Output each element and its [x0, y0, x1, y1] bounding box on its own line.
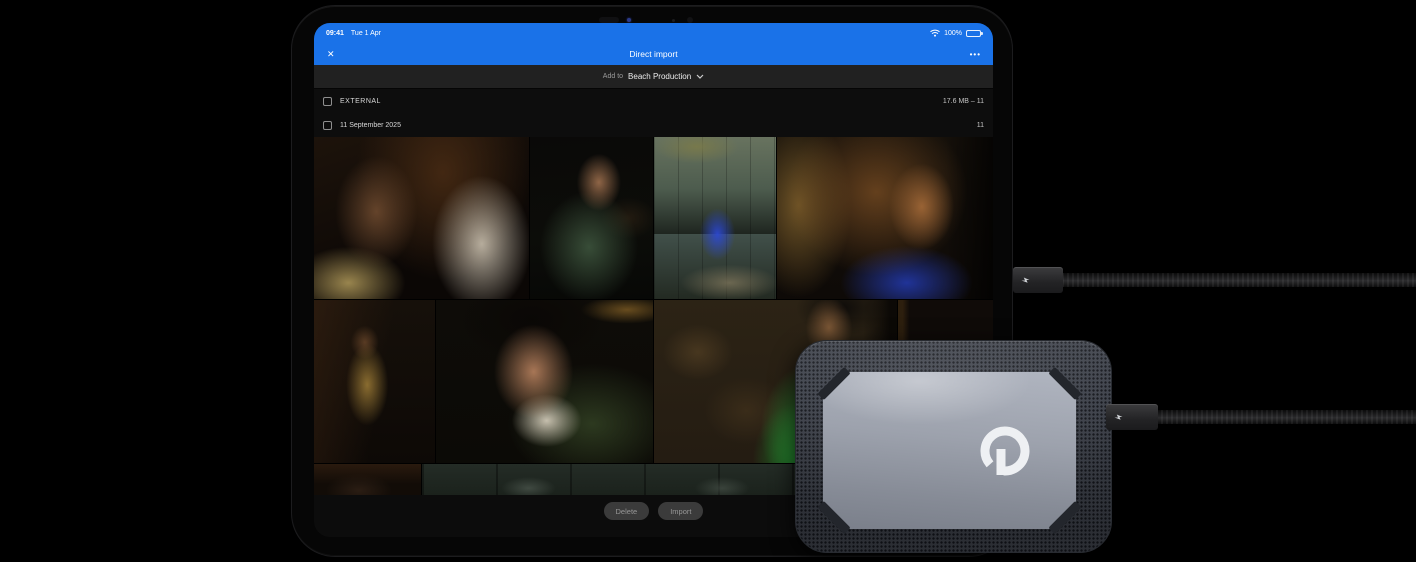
chevron-down-icon: [696, 74, 704, 79]
source-size-count: 17.6 MB – 11: [943, 98, 984, 105]
date-checkbox[interactable]: [323, 121, 332, 130]
battery-percent: 100%: [944, 30, 962, 37]
date-group-count: 11: [977, 122, 984, 129]
add-to-label: Add to: [603, 73, 623, 80]
usb-connector-bottom: [1106, 404, 1158, 430]
photo-thumbnail-1[interactable]: [314, 137, 529, 299]
battery-icon: [966, 30, 981, 37]
external-ssd-drive: [795, 340, 1112, 553]
front-camera-icon: [627, 18, 631, 22]
more-options-icon[interactable]: •••: [953, 50, 993, 59]
usb-connector-top: [1013, 267, 1063, 293]
external-checkbox[interactable]: [323, 97, 332, 106]
add-to-value: Beach Production: [628, 72, 691, 81]
clock: 09:41: [326, 30, 344, 37]
usb-cable-bottom: [1156, 410, 1416, 424]
photo-thumbnail-6[interactable]: [436, 300, 653, 463]
close-icon[interactable]: ✕: [314, 49, 354, 60]
scene: 09:41 Tue 1 Apr 100% ✕ Direct import •••: [0, 0, 1416, 562]
status-bar: 09:41 Tue 1 Apr 100%: [314, 23, 993, 43]
g-drive-logo: [977, 423, 1033, 479]
drive-metal-plate: [823, 372, 1076, 529]
date-group-label: 11 September 2025: [340, 122, 401, 129]
photo-thumbnail-4[interactable]: [777, 137, 993, 299]
photo-thumbnail-9[interactable]: [314, 464, 421, 495]
source-label: EXTERNAL: [340, 98, 381, 105]
lightning-icon: [1021, 276, 1031, 284]
source-row-external: EXTERNAL 17.6 MB – 11: [314, 89, 993, 113]
photo-thumbnail-3[interactable]: [654, 137, 776, 299]
page-title: Direct import: [354, 49, 953, 59]
lightning-icon: [1114, 413, 1124, 421]
date-label: Tue 1 Apr: [351, 30, 381, 37]
photo-thumbnail-2[interactable]: [530, 137, 653, 299]
usb-cable-top: [1062, 273, 1416, 287]
source-row-date: 11 September 2025 11: [314, 113, 993, 137]
import-button[interactable]: Import: [658, 502, 703, 520]
photo-thumbnail-5[interactable]: [314, 300, 435, 463]
wifi-icon: [930, 29, 940, 37]
delete-button[interactable]: Delete: [604, 502, 650, 520]
title-bar: ✕ Direct import •••: [314, 43, 993, 65]
ambient-sensor: [672, 19, 675, 22]
add-to-dropdown[interactable]: Add to Beach Production: [314, 65, 993, 89]
